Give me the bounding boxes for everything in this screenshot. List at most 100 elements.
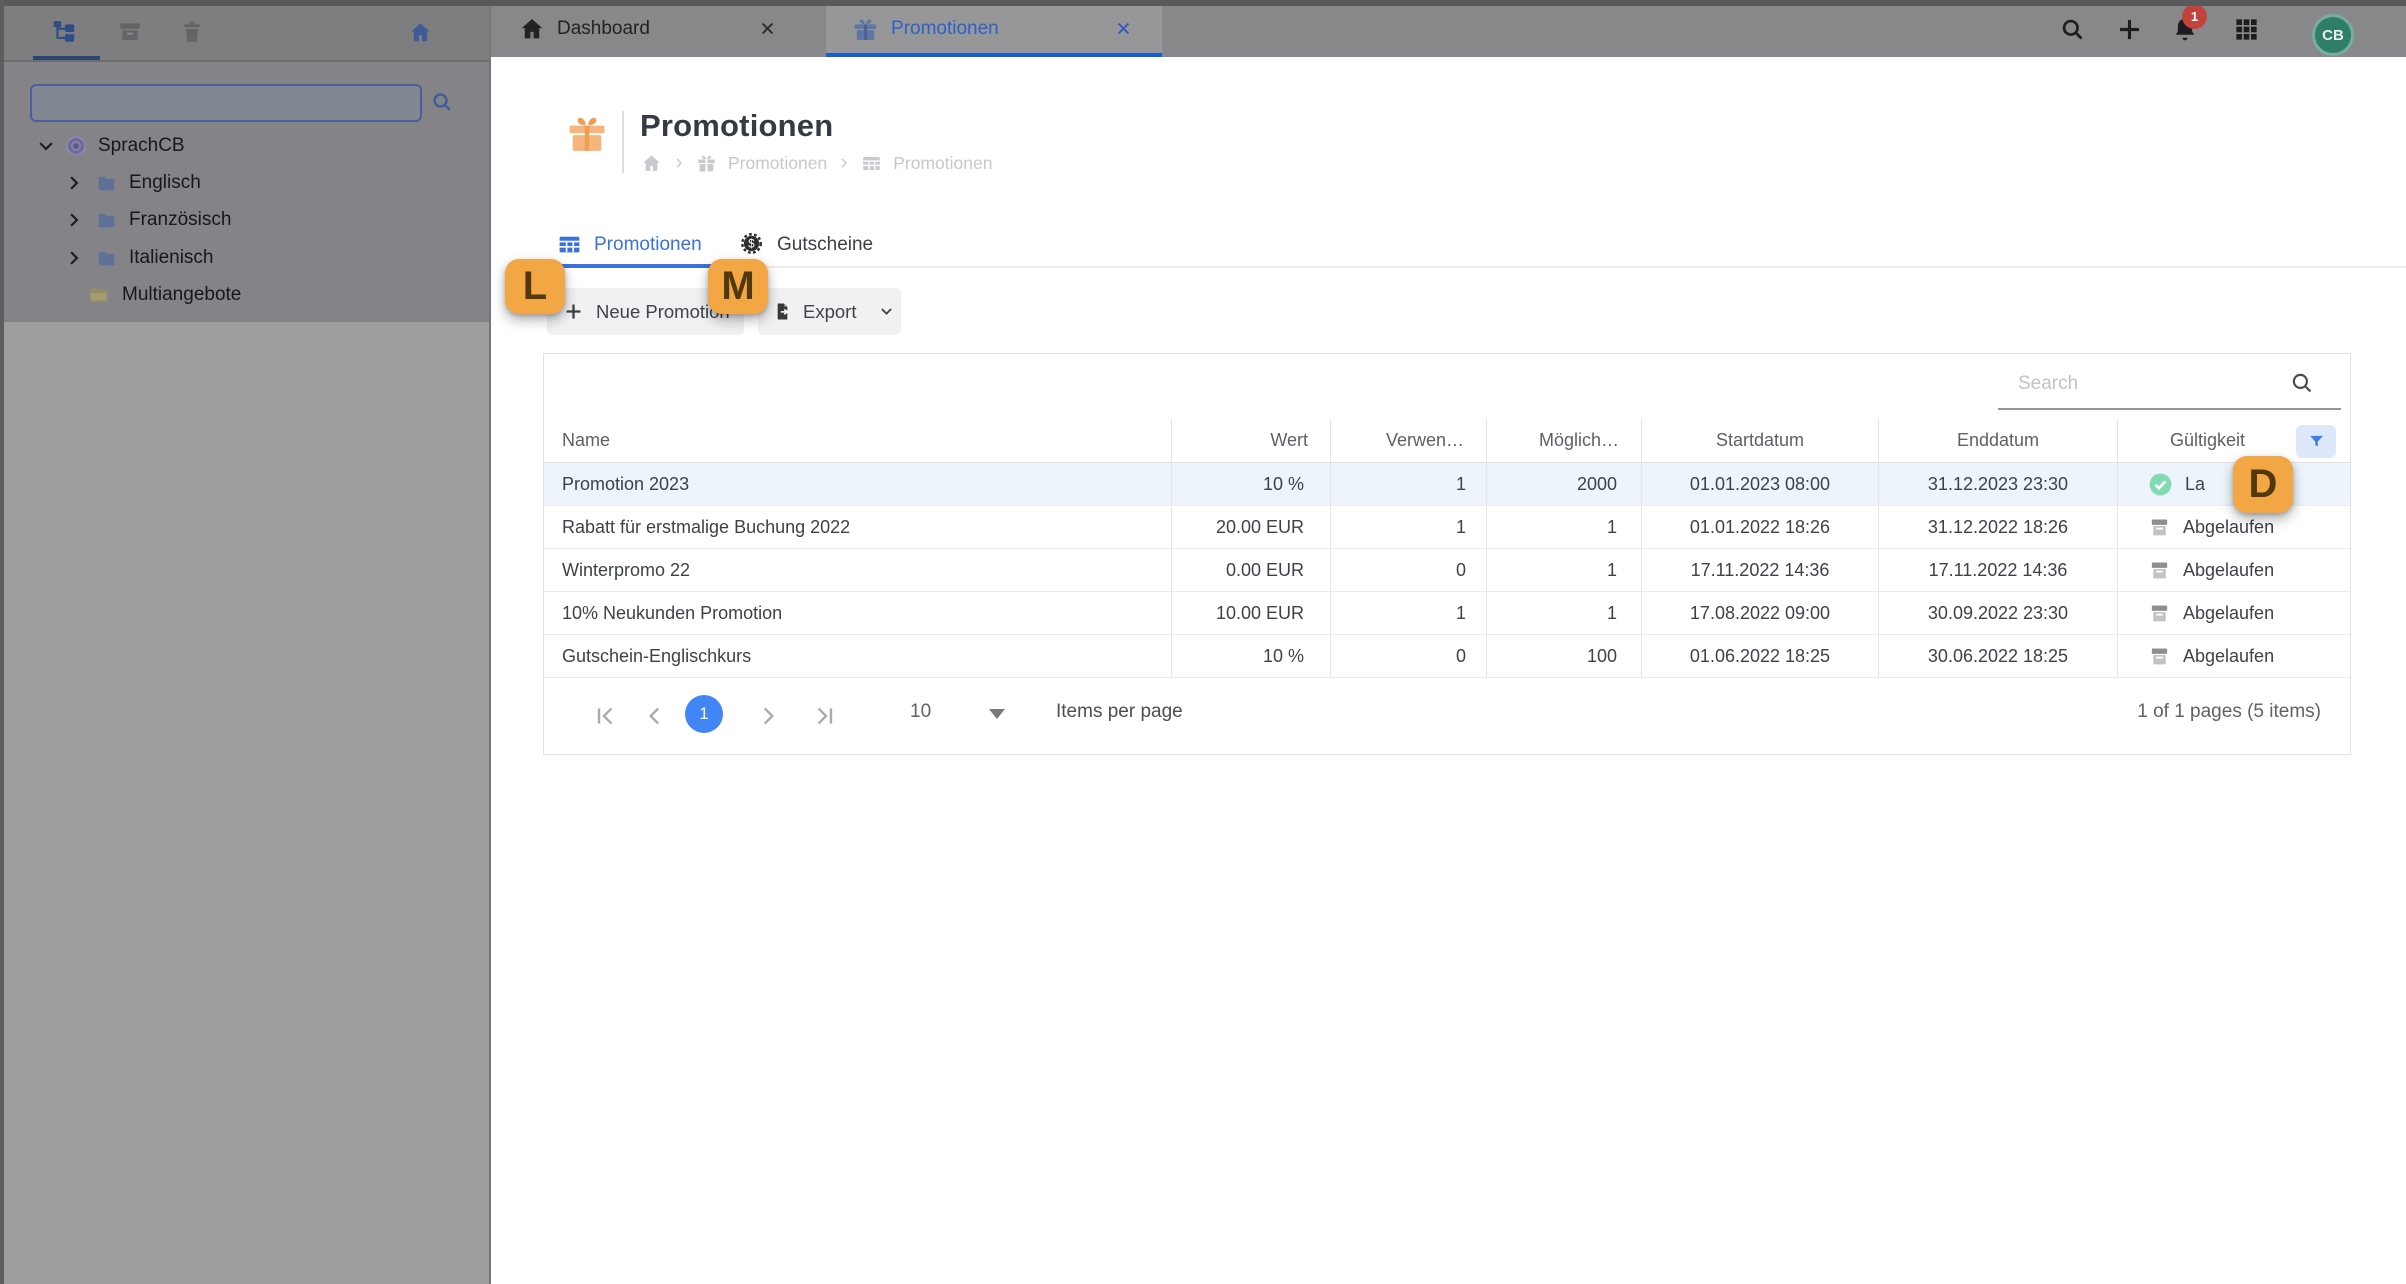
cell-moeglich: 1 <box>1487 549 1642 591</box>
page-size-select[interactable]: 10 <box>910 701 931 723</box>
status-expired-icon <box>2148 602 2171 625</box>
status-active-icon <box>2148 472 2173 497</box>
next-page-icon[interactable] <box>755 703 781 729</box>
current-page-button[interactable]: 1 <box>685 695 723 733</box>
home-root-icon[interactable] <box>408 20 434 46</box>
cell-wert: 10.00 EUR <box>1172 592 1331 634</box>
cell-verwendungen: 1 <box>1331 592 1487 634</box>
tree-search-icon[interactable] <box>430 90 454 114</box>
tree-node-root[interactable]: SprachCB <box>0 131 491 161</box>
breadcrumb-item[interactable]: Promotionen <box>728 153 827 174</box>
cell-startdatum: 17.08.2022 09:00 <box>1642 592 1879 634</box>
target-radio-icon <box>65 135 87 157</box>
close-tab-icon[interactable] <box>759 20 776 37</box>
tab-dashboard[interactable]: Dashboard <box>491 0 798 57</box>
tab-label: Promotionen <box>891 17 999 39</box>
cell-gueltigkeit: Abgelaufen <box>2118 549 2350 591</box>
table-row[interactable]: Rabatt für erstmalige Buchung 2022 20.00… <box>544 506 2350 549</box>
column-header-name[interactable]: Name <box>544 419 1172 462</box>
annotation-badge-m: M <box>708 259 768 314</box>
archive-icon[interactable] <box>117 19 143 45</box>
chevron-right-icon[interactable] <box>64 248 84 268</box>
cell-name: Winterpromo 22 <box>544 549 1172 591</box>
tree-node-multiangebote[interactable]: Multiangebote <box>0 280 491 310</box>
breadcrumb-item-current: Promotionen <box>893 152 993 173</box>
column-header-wert[interactable]: Wert <box>1172 419 1331 462</box>
trash-icon[interactable] <box>179 19 205 45</box>
tab-label: Dashboard <box>557 17 650 39</box>
sidebar-divider <box>489 0 491 1284</box>
cell-startdatum: 01.01.2022 18:26 <box>1642 506 1879 548</box>
cell-enddatum: 31.12.2023 23:30 <box>1879 463 2118 505</box>
active-content-tab-underline <box>543 264 723 268</box>
previous-page-icon[interactable] <box>642 703 668 729</box>
home-icon <box>519 16 545 42</box>
column-header-moeglich[interactable]: Möglich… <box>1487 419 1642 462</box>
chevron-down-icon[interactable] <box>36 136 56 156</box>
export-file-icon <box>772 301 793 322</box>
shared-folder-icon <box>88 284 110 306</box>
chevron-right-icon <box>838 157 850 169</box>
status-expired-icon <box>2148 645 2171 668</box>
column-header-enddatum[interactable]: Enddatum <box>1879 419 2118 462</box>
cell-startdatum: 01.06.2022 18:25 <box>1642 635 1879 677</box>
close-tab-icon[interactable] <box>1115 20 1132 37</box>
table-row[interactable]: Gutschein-Englischkurs 10 % 0 100 01.06.… <box>544 635 2350 678</box>
column-header-verwendungen[interactable]: Verwen… <box>1331 419 1487 462</box>
app-window: SprachCB Englisch Französisch Italienisc… <box>0 0 2406 1284</box>
tab-promotionen-content[interactable]: Promotionen <box>557 221 723 268</box>
tree-view-icon[interactable] <box>52 19 78 45</box>
cell-enddatum: 30.09.2022 23:30 <box>1879 592 2118 634</box>
tab-promotionen[interactable]: Promotionen <box>826 0 1162 57</box>
top-tabbar: Dashboard Promotionen 1 CB <box>491 0 2406 57</box>
tab-gutscheine[interactable]: $ Gutscheine <box>740 221 900 268</box>
column-header-startdatum[interactable]: Startdatum <box>1642 419 1879 462</box>
search-icon[interactable] <box>2059 16 2086 43</box>
breadcrumb-gift-icon <box>696 153 717 174</box>
table-search-input[interactable] <box>1998 372 2310 396</box>
first-page-icon[interactable] <box>592 703 618 729</box>
add-icon[interactable] <box>2116 16 2143 43</box>
cell-verwendungen: 1 <box>1331 506 1487 548</box>
tree-node-child[interactable]: Italienisch <box>0 243 491 273</box>
tree-search-input[interactable] <box>30 84 422 122</box>
tree-node-child[interactable]: Französisch <box>0 205 491 235</box>
breadcrumb-home-icon[interactable] <box>641 153 662 174</box>
annotation-badge-d: D <box>2233 456 2293 513</box>
cell-verwendungen: 0 <box>1331 549 1487 591</box>
table-row[interactable]: Promotion 2023 10 % 1 2000 01.01.2023 08… <box>544 463 2350 506</box>
table-row[interactable]: 10% Neukunden Promotion 10.00 EUR 1 1 17… <box>544 592 2350 635</box>
cell-name: Promotion 2023 <box>544 463 1172 505</box>
cell-name: Rabatt für erstmalige Buchung 2022 <box>544 506 1172 548</box>
cell-wert: 10 % <box>1172 463 1331 505</box>
window-left-edge <box>0 0 4 1284</box>
pagination-bar: 1 10 Items per page 1 of 1 pages (5 item… <box>544 678 2350 754</box>
tree-node-label: Multiangebote <box>122 284 242 305</box>
cell-wert: 0.00 EUR <box>1172 549 1331 591</box>
tab-label: Promotionen <box>594 233 702 255</box>
pagination-summary: 1 of 1 pages (5 items) <box>2137 701 2321 722</box>
export-button[interactable]: Export <box>758 288 901 335</box>
apps-grid-icon[interactable] <box>2233 16 2260 43</box>
status-label: Abgelaufen <box>2183 645 2275 666</box>
status-expired-icon <box>2148 516 2171 539</box>
tree-node-label: Französisch <box>129 209 232 230</box>
plus-icon <box>563 301 584 322</box>
table-row[interactable]: Winterpromo 22 0.00 EUR 0 1 17.11.2022 1… <box>544 549 2350 592</box>
cell-wert: 10 % <box>1172 635 1331 677</box>
status-label: Abgelaufen <box>2183 602 2275 623</box>
chevron-right-icon[interactable] <box>64 210 84 230</box>
items-per-page-label: Items per page <box>1056 701 1183 722</box>
search-icon[interactable] <box>2289 370 2315 396</box>
tabs-baseline <box>543 266 2406 268</box>
dropdown-caret-icon[interactable] <box>989 709 1005 719</box>
annotation-badge-l: L <box>505 259 565 314</box>
user-avatar[interactable]: CB <box>2312 14 2354 56</box>
last-page-icon[interactable] <box>812 703 838 729</box>
tree-node-label: Englisch <box>129 172 201 193</box>
tree-node-child[interactable]: Englisch <box>0 168 491 198</box>
status-label: Abgelaufen <box>2183 516 2275 537</box>
filter-icon[interactable] <box>2296 425 2336 458</box>
chevron-right-icon[interactable] <box>64 173 84 193</box>
cell-startdatum: 01.01.2023 08:00 <box>1642 463 1879 505</box>
